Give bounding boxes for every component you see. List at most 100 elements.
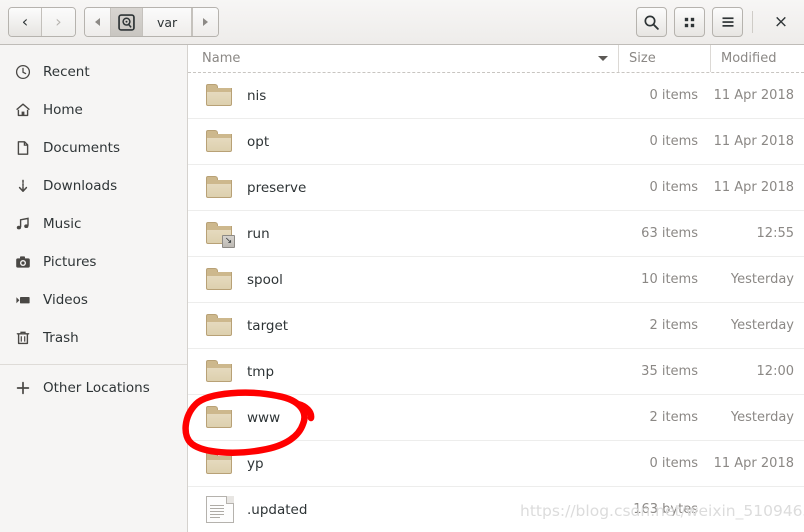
window-close-button[interactable]: ×: [766, 7, 796, 37]
file-modified: Yesterday: [730, 410, 794, 425]
sidebar-item-label: Documents: [43, 140, 120, 156]
file-name: yp: [247, 455, 264, 472]
table-row[interactable]: opt 0 items 11 Apr 2018: [188, 119, 804, 165]
video-icon: [14, 292, 31, 309]
file-size: 10 items: [641, 272, 698, 287]
sidebar-item-trash[interactable]: Trash: [0, 319, 187, 357]
column-header-modified-label: Modified: [721, 51, 777, 66]
folder-symlink-icon: ↘: [206, 222, 235, 248]
file-modified: Yesterday: [730, 318, 794, 333]
table-row[interactable]: nis 0 items 11 Apr 2018: [188, 73, 804, 119]
folder-icon: [206, 406, 234, 429]
header-tools: ×: [636, 7, 796, 37]
filesystem-disk-icon: [118, 13, 135, 31]
file-name-cell: nis: [188, 84, 618, 107]
file-size: 2 items: [649, 410, 698, 425]
folder-icon: [206, 176, 234, 199]
file-name: nis: [247, 87, 267, 104]
file-name: spool: [247, 271, 283, 288]
path-scroll-right-button[interactable]: [192, 8, 219, 36]
hamburger-menu-icon: [722, 17, 733, 27]
column-header-name[interactable]: Name: [188, 51, 618, 66]
file-name: tmp: [247, 363, 275, 380]
plus-icon: [14, 380, 31, 397]
file-size: 163 bytes: [633, 502, 698, 517]
sidebar-item-label: Music: [43, 216, 82, 232]
folder-icon: [206, 268, 234, 291]
chevron-right-icon: [203, 18, 209, 26]
file-name: target: [247, 317, 289, 334]
search-icon: [644, 14, 659, 30]
file-name-cell: tmp: [188, 360, 618, 383]
file-size: 63 items: [641, 226, 698, 241]
file-name-cell: yp: [188, 452, 618, 475]
breadcrumb-var[interactable]: var: [143, 8, 193, 36]
sidebar-item-label: Pictures: [43, 254, 97, 270]
close-icon: ×: [773, 11, 789, 32]
music-note-icon: [14, 216, 31, 233]
table-row[interactable]: target 2 items Yesterday: [188, 303, 804, 349]
file-modified: Yesterday: [730, 272, 794, 287]
symlink-badge-icon: ↘: [222, 235, 235, 248]
breadcrumb-filesystem-root[interactable]: [111, 8, 143, 36]
file-name-cell: preserve: [188, 176, 618, 199]
search-button[interactable]: [636, 7, 667, 37]
document-icon: [14, 140, 31, 157]
table-row[interactable]: ↘ run 63 items 12:55: [188, 211, 804, 257]
file-size: 0 items: [649, 456, 698, 471]
column-header-name-label: Name: [202, 51, 241, 66]
file-size: 0 items: [649, 88, 698, 103]
view-options-button[interactable]: [674, 7, 705, 37]
sidebar-item-documents[interactable]: Documents: [0, 129, 187, 167]
path-scroll-left-button[interactable]: [85, 8, 111, 36]
places-sidebar: Recent Home Documents Downloads Music Pi…: [0, 45, 188, 532]
text-file-icon: [206, 496, 234, 523]
forward-chevron-icon: ›: [55, 12, 62, 31]
forward-button[interactable]: ›: [42, 8, 75, 36]
sidebar-item-label: Home: [43, 102, 83, 118]
sidebar-item-music[interactable]: Music: [0, 205, 187, 243]
folder-icon: [206, 130, 234, 153]
sidebar-item-label: Other Locations: [43, 380, 150, 396]
main-menu-button[interactable]: [712, 7, 743, 37]
file-name-cell: opt: [188, 130, 618, 153]
toolbar-separator: [752, 11, 753, 33]
sidebar-item-pictures[interactable]: Pictures: [0, 243, 187, 281]
back-button[interactable]: ‹: [9, 8, 42, 36]
folder-icon: [206, 84, 234, 107]
grid-view-icon: [684, 17, 695, 27]
file-modified: 11 Apr 2018: [713, 180, 794, 195]
clock-icon: [14, 64, 31, 81]
file-name: preserve: [247, 179, 307, 196]
header-bar: ‹ › var ×: [0, 0, 804, 45]
file-name: run: [247, 225, 270, 242]
chevron-left-icon: [95, 18, 100, 26]
sidebar-item-home[interactable]: Home: [0, 91, 187, 129]
file-name-cell: ↘ run: [188, 222, 618, 248]
sidebar-item-label: Trash: [43, 330, 79, 346]
file-name: opt: [247, 133, 270, 150]
sidebar-item-downloads[interactable]: Downloads: [0, 167, 187, 205]
table-row[interactable]: .updated 163 bytes: [188, 487, 804, 532]
sidebar-separator: [0, 364, 187, 365]
folder-icon: [206, 360, 234, 383]
file-modified: 11 Apr 2018: [713, 134, 794, 149]
table-row[interactable]: yp 0 items 11 Apr 2018: [188, 441, 804, 487]
file-name-cell: www: [188, 406, 618, 429]
file-name-cell: spool: [188, 268, 618, 291]
file-name: .updated: [247, 501, 308, 518]
file-modified: 11 Apr 2018: [713, 456, 794, 471]
column-header-size[interactable]: Size: [618, 45, 710, 72]
sidebar-item-videos[interactable]: Videos: [0, 281, 187, 319]
file-size: 2 items: [649, 318, 698, 333]
column-header-size-label: Size: [629, 51, 656, 66]
column-header-modified[interactable]: Modified: [710, 45, 804, 72]
navigation-buttons: ‹ ›: [8, 7, 76, 37]
sidebar-item-recent[interactable]: Recent: [0, 53, 187, 91]
table-row[interactable]: tmp 35 items 12:00: [188, 349, 804, 395]
table-row[interactable]: preserve 0 items 11 Apr 2018: [188, 165, 804, 211]
sidebar-item-other-locations[interactable]: Other Locations: [0, 369, 187, 407]
table-row[interactable]: spool 10 items Yesterday: [188, 257, 804, 303]
trash-icon: [14, 330, 31, 347]
table-row-www[interactable]: www 2 items Yesterday: [188, 395, 804, 441]
